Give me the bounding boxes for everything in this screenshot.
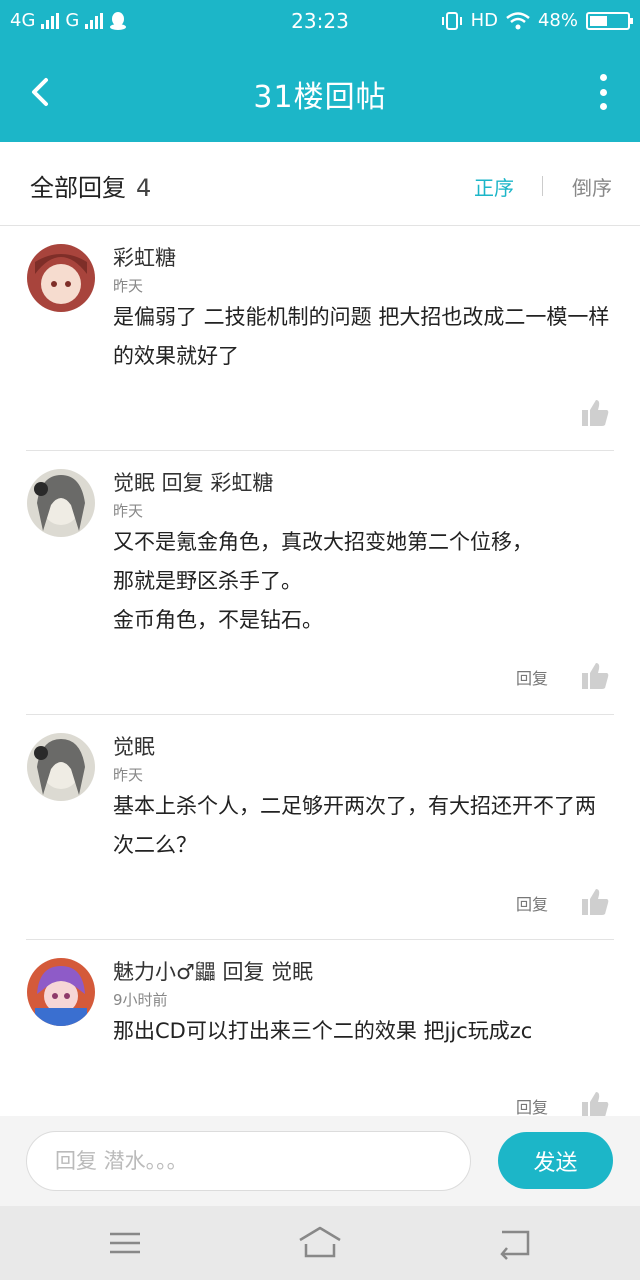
reply-time: 9小时前 — [113, 991, 168, 1009]
reply-author[interactable]: 魅力小♂鼺 回复 觉眠 — [113, 956, 313, 986]
like-icon[interactable] — [580, 661, 610, 691]
hd-label: HD — [470, 10, 498, 31]
reply-author[interactable]: 觉眠 — [113, 731, 155, 761]
vibrate-icon — [441, 11, 462, 30]
reply-button[interactable]: 回复 — [516, 1094, 548, 1116]
avatar[interactable] — [27, 733, 95, 801]
reply-input[interactable] — [26, 1131, 471, 1191]
reply-count: 4 — [136, 174, 152, 202]
back-icon[interactable] — [496, 1226, 536, 1260]
reply-time: 昨天 — [113, 277, 144, 295]
reply-list: 彩虹糖 昨天 是偏弱了 二技能机制的问题 把大招也改成二一模一样的效果就好了 觉… — [0, 226, 640, 1116]
all-replies-heading: 全部回复 4 — [30, 168, 151, 203]
reply-author[interactable]: 彩虹糖 — [113, 242, 176, 272]
reply-time: 昨天 — [113, 766, 144, 784]
reply-button[interactable]: 回复 — [516, 665, 548, 689]
avatar[interactable] — [27, 244, 95, 312]
sort-bar: 全部回复 4 正序 倒序 — [0, 142, 640, 226]
reply-content-line: 又不是氪金角色，真改大招变她第二个位移， — [113, 530, 533, 554]
system-nav-bar — [0, 1206, 640, 1280]
like-icon[interactable] — [580, 887, 610, 917]
send-button[interactable]: 发送 — [498, 1132, 613, 1189]
avatar[interactable] — [27, 469, 95, 537]
sort-ascending-button[interactable]: 正序 — [474, 172, 514, 201]
reply-content: 基本上杀个人，二足够开两次了，有大招还开不了两次二么？ — [113, 794, 596, 857]
reply-input-bar: 发送 — [0, 1116, 640, 1206]
battery-fill — [590, 15, 608, 26]
reply-item: 觉眠 昨天 基本上杀个人，二足够开两次了，有大招还开不了两次二么？ 回复 — [0, 715, 640, 940]
more-vertical-icon[interactable] — [596, 74, 610, 110]
reply-item: 魅力小♂鼺 回复 觉眠 9小时前 那出CD可以打出来三个二的效果 把jjc玩成z… — [0, 940, 640, 1116]
sort-descending-button[interactable]: 倒序 — [572, 172, 612, 201]
reply-content: 那出CD可以打出来三个二的效果 把jjc玩成zc — [113, 1019, 533, 1043]
avatar[interactable] — [27, 958, 95, 1026]
status-bar: 4G G 23:23 HD 48% — [0, 0, 640, 42]
reply-content: 是偏弱了 二技能机制的问题 把大招也改成二一模一样的效果就好了 — [113, 305, 610, 368]
reply-content-line: 那就是野区杀手了。 — [113, 569, 302, 593]
reply-time: 昨天 — [113, 502, 144, 520]
app-bar: 31楼回帖 — [0, 42, 640, 142]
sort-divider — [542, 176, 543, 196]
battery-icon — [586, 11, 633, 30]
home-icon[interactable] — [298, 1226, 342, 1260]
reply-content: 又不是氪金角色，真改大招变她第二个位移， 那就是野区杀手了。 金币角色，不是钻石… — [113, 523, 613, 640]
reply-button[interactable]: 回复 — [516, 891, 548, 915]
page-title: 31楼回帖 — [253, 80, 387, 115]
reply-item: 觉眠 回复 彩虹糖 昨天 又不是氪金角色，真改大招变她第二个位移， 那就是野区杀… — [0, 451, 640, 715]
all-replies-label: 全部回复 — [30, 174, 126, 202]
reply-item: 彩虹糖 昨天 是偏弱了 二技能机制的问题 把大招也改成二一模一样的效果就好了 — [0, 226, 640, 451]
status-right: HD 48% — [441, 10, 633, 31]
wifi-icon — [506, 11, 530, 29]
like-icon[interactable] — [580, 1090, 610, 1116]
reply-content-line: 金币角色，不是钻石。 — [113, 608, 323, 632]
like-icon[interactable] — [580, 398, 610, 428]
menu-icon[interactable] — [106, 1226, 146, 1260]
reply-author[interactable]: 觉眠 回复 彩虹糖 — [113, 467, 273, 497]
battery-percent: 48% — [537, 10, 578, 31]
